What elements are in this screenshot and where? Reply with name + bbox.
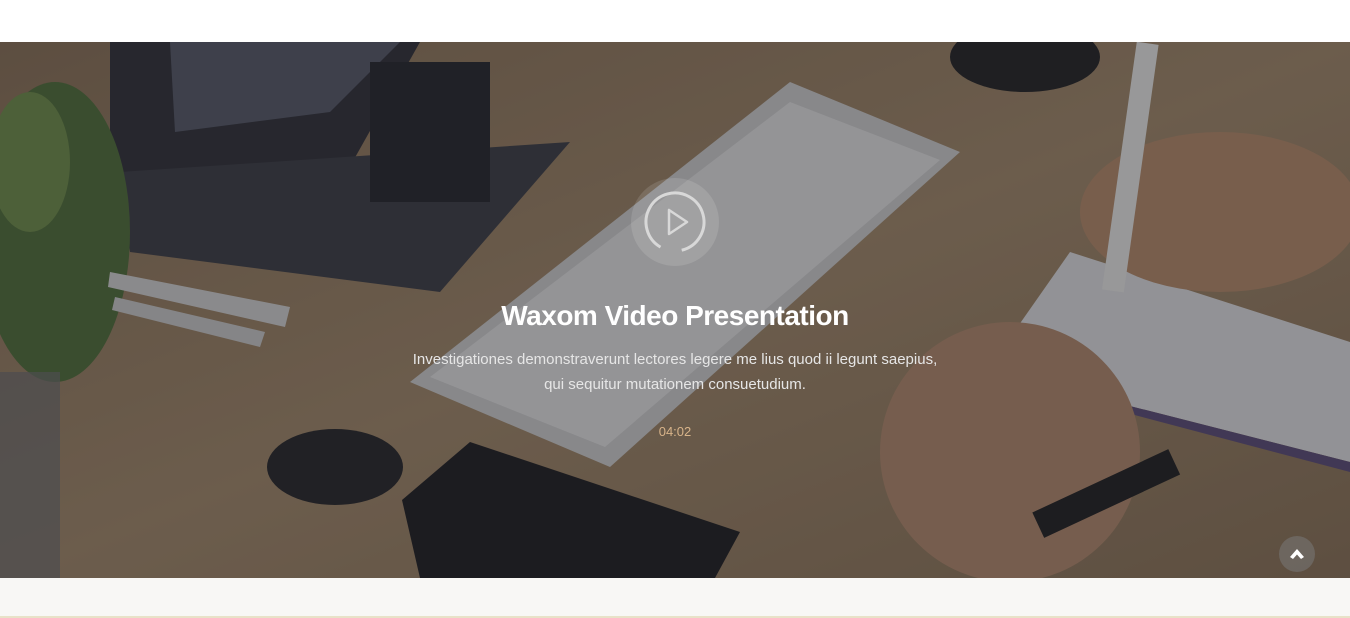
hero-content: Waxom Video Presentation Investigationes…: [0, 42, 1350, 578]
next-section-band: [0, 578, 1350, 618]
video-duration: 04:02: [658, 424, 692, 439]
play-video-button[interactable]: [631, 178, 719, 266]
scroll-to-top-button[interactable]: [1279, 536, 1315, 572]
chevron-up-icon: [1290, 549, 1304, 559]
hero-title: Waxom Video Presentation: [501, 300, 849, 331]
play-circle-icon: [644, 191, 706, 253]
header-band: [0, 0, 1350, 42]
video-hero-section: Waxom Video Presentation Investigationes…: [0, 42, 1350, 578]
page: Waxom Video Presentation Investigationes…: [0, 0, 1350, 618]
hero-description: Investigationes demonstraverunt lectores…: [412, 351, 938, 393]
